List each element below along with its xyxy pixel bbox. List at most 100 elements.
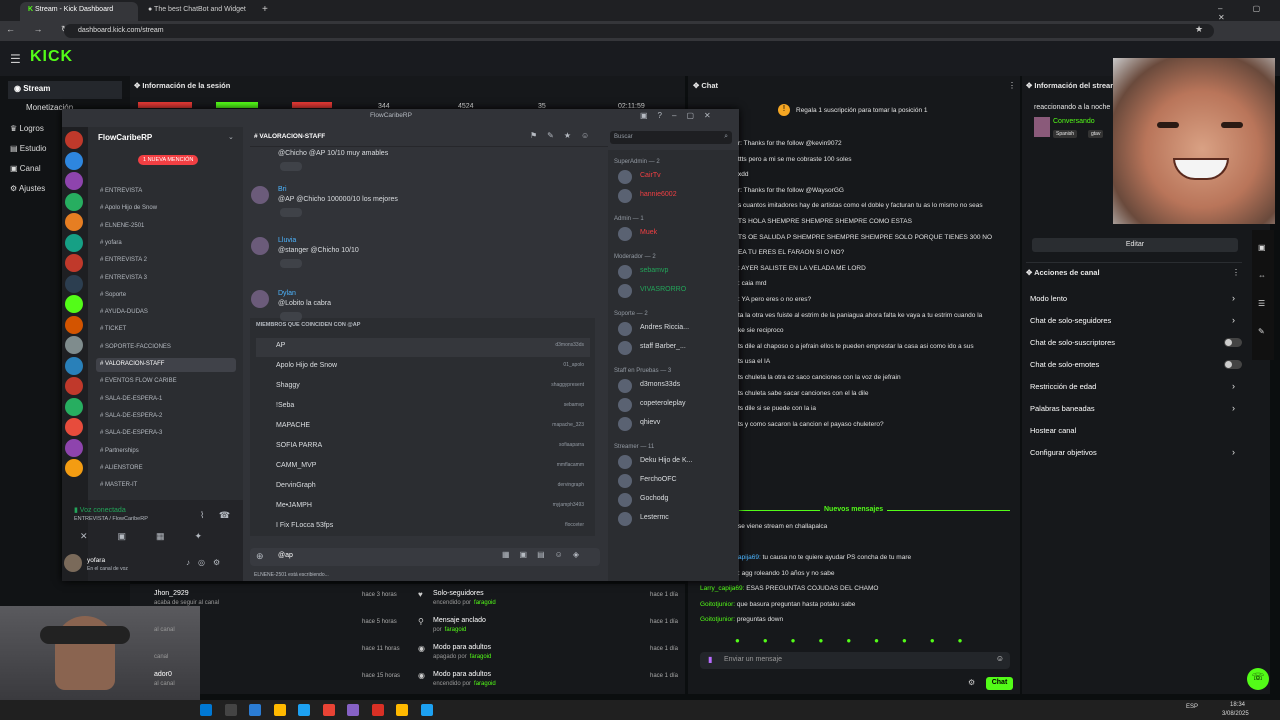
option-modo-lento[interactable]: Modo lento — [1030, 294, 1067, 303]
avatar[interactable] — [618, 512, 632, 526]
plus-icon[interactable]: ⊕ — [256, 551, 264, 562]
nav-item-canal[interactable]: ▣ Canal — [10, 164, 41, 182]
actions-menu-icon[interactable]: ⋮ — [1232, 268, 1240, 277]
channel-eventos-flow-caribe[interactable]: # EVENTOS FLOW CARIBE — [96, 375, 236, 389]
voice-controls-icon[interactable]: ⌇ ☎ — [200, 510, 236, 521]
avatar[interactable] — [618, 455, 632, 469]
header-tools-icon[interactable]: ⚑✎★☺ — [530, 131, 599, 140]
discord-window-controls[interactable]: ▣?–▢✕ — [640, 111, 721, 120]
toggle-switch[interactable] — [1224, 360, 1242, 369]
option-restricci-n-de-edad[interactable]: Restricción de edad — [1030, 382, 1096, 391]
suggestion-item[interactable]: SOFIA PARRA sofiaaparra — [256, 438, 590, 457]
server-icon[interactable] — [65, 377, 83, 395]
suggestion-item[interactable]: DervinGraph dervingraph — [256, 478, 590, 497]
chat-username[interactable]: apija69: — [738, 554, 761, 561]
server-icon[interactable] — [65, 131, 83, 149]
suggestion-item[interactable]: !Seba sebamvp — [256, 398, 590, 417]
chat-input[interactable]: ▮ Enviar un mensaje ☺ — [700, 652, 1010, 669]
member-name[interactable]: qhievv — [640, 419, 660, 426]
member-name[interactable]: staff Barber_... — [640, 343, 686, 350]
toggle-switch[interactable] — [1224, 338, 1242, 347]
mic-icon[interactable]: ▮ — [708, 655, 712, 664]
message-author[interactable]: Dylan — [278, 290, 296, 297]
emoji-icon[interactable]: ☺ — [996, 654, 1004, 663]
avatar[interactable] — [618, 189, 632, 203]
taskbar-app-icon[interactable] — [396, 704, 408, 716]
suggestion-item[interactable]: CAMM_MVP mmflacamm — [256, 458, 590, 477]
channel-master-it[interactable]: # MASTER-IT — [96, 479, 236, 493]
channel-apolo-hijo-de-snow[interactable]: # Apolo Hijo de Snow — [96, 202, 236, 216]
edit-button[interactable]: Editar — [1032, 238, 1238, 252]
member-name[interactable]: hannie6002 — [640, 191, 677, 198]
channel-sala-de-espera-1[interactable]: # SALA-DE-ESPERA-1 — [96, 393, 236, 407]
server-icon[interactable] — [65, 192, 83, 211]
chat-username[interactable]: Larry_capija69: — [700, 585, 744, 592]
taskbar-app-icon[interactable] — [371, 704, 384, 716]
member-name[interactable]: d3mons33ds — [640, 381, 680, 388]
reaction[interactable] — [280, 208, 302, 217]
member-name[interactable]: VIVASRORRO — [640, 286, 686, 293]
chevron-right-icon[interactable]: › — [1232, 447, 1235, 457]
avatar[interactable] — [618, 493, 632, 507]
menu-icon[interactable]: ☰ — [10, 52, 21, 66]
channel-soporte-facciones[interactable]: # SOPORTE-FACCIONES — [96, 341, 236, 355]
channel-entrevista-2[interactable]: # ENTREVISTA 2 — [96, 254, 236, 268]
suggestion-item[interactable]: I Fix FLocca 53fps flocceter — [256, 518, 590, 537]
browser-tab-kick[interactable]: K Stream - Kick Dashboard — [20, 2, 138, 21]
avatar[interactable] — [618, 398, 632, 412]
member-name[interactable]: CairTv — [640, 172, 661, 179]
taskbar-app-icon[interactable] — [200, 704, 212, 716]
avatar[interactable] — [618, 265, 632, 279]
chevron-right-icon[interactable]: › — [1232, 403, 1235, 413]
discord-message-input[interactable]: ⊕ @ap ▦▣▤☺◈ — [250, 548, 600, 566]
avatar[interactable] — [64, 554, 82, 572]
channel-elnene-2501[interactable]: # ELNENE-2501 — [96, 220, 236, 234]
channel-sala-de-espera-2[interactable]: # SALA-DE-ESPERA-2 — [96, 410, 236, 424]
gift-promo[interactable]: Regala 1 suscripción para tomar la posic… — [796, 107, 928, 114]
taskbar-app-icon[interactable] — [347, 704, 359, 716]
chevron-right-icon[interactable]: › — [1232, 293, 1235, 303]
server-icon[interactable] — [65, 418, 83, 436]
input-tools-icon[interactable]: ▦▣▤☺◈ — [502, 550, 589, 559]
server-icon[interactable] — [65, 172, 83, 190]
avatar[interactable] — [251, 290, 269, 308]
chat-username[interactable]: Goitotjunior: — [700, 616, 735, 623]
member-name[interactable]: FerchoOFC — [640, 476, 677, 483]
server-icon[interactable] — [65, 315, 83, 334]
category-name[interactable]: Conversando — [1053, 118, 1095, 125]
server-icon[interactable] — [65, 151, 83, 170]
option-chat-de-solo-emotes[interactable]: Chat de solo-emotes — [1030, 360, 1099, 369]
taskbar-app-icon[interactable] — [322, 704, 335, 716]
message-author[interactable]: Bri — [278, 186, 287, 193]
avatar[interactable] — [618, 284, 632, 298]
activity-by[interactable]: faragoid — [474, 681, 496, 687]
avatar[interactable] — [618, 379, 632, 393]
member-name[interactable]: Deku Hijo de K... — [640, 457, 693, 464]
server-icon[interactable] — [65, 438, 83, 457]
reaction[interactable] — [280, 162, 302, 171]
channel-valoracion-staff[interactable]: # VALORACION-STAFF — [96, 358, 236, 372]
chat-username[interactable]: Goitotjunior: — [700, 601, 735, 608]
member-name[interactable]: copeteroleplay — [640, 400, 686, 407]
taskbar-app-icon[interactable] — [249, 704, 261, 716]
avatar[interactable] — [618, 474, 632, 488]
nav-item-ajustes[interactable]: ⚙ Ajustes — [10, 184, 45, 202]
member-name[interactable]: sebamvp — [640, 267, 668, 274]
avatar[interactable] — [618, 170, 632, 184]
server-icon[interactable] — [65, 459, 83, 477]
activity-by[interactable]: faragoid — [474, 600, 496, 606]
member-name[interactable]: Lestermc — [640, 514, 669, 521]
browser-tab-chatbot[interactable]: ● The best ChatBot and Widget — [140, 2, 258, 21]
channel-alienstore[interactable]: # ALIENSTORE — [96, 462, 236, 476]
channel-entrevista-3[interactable]: # ENTREVISTA 3 — [96, 272, 236, 286]
member-name[interactable]: Andres Riccia... — [640, 324, 689, 331]
taskbar-app-icon[interactable] — [224, 704, 237, 716]
server-icon[interactable] — [65, 213, 83, 231]
member-name[interactable]: Muek — [640, 229, 657, 236]
window-controls[interactable]: – ▢ ✕ — [1218, 4, 1280, 22]
option-hostear-canal[interactable]: Hostear canal — [1030, 426, 1076, 435]
bookmark-star-icon[interactable]: ★ — [1195, 24, 1203, 35]
server-icon[interactable] — [65, 274, 83, 293]
kick-logo[interactable]: KICK — [30, 48, 73, 66]
search-input[interactable]: Buscar ⌕ — [610, 131, 732, 144]
